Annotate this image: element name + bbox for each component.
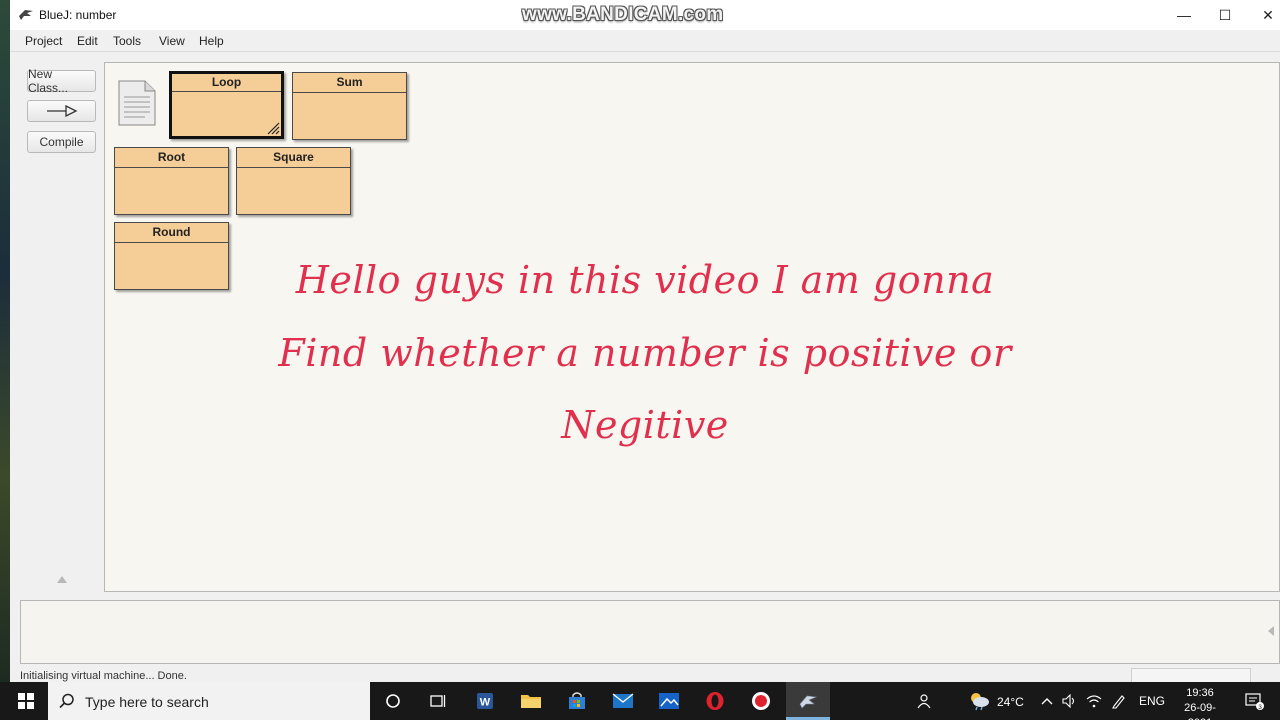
system-clock[interactable]: 19:36 26-09-2021 bbox=[1172, 686, 1228, 720]
opera-button[interactable] bbox=[698, 682, 732, 720]
class-loop[interactable]: Loop bbox=[169, 71, 284, 139]
tray-overflow-button[interactable] bbox=[1039, 682, 1055, 720]
cortana-button[interactable] bbox=[376, 682, 410, 720]
new-class-button[interactable]: New Class... bbox=[27, 67, 96, 95]
class-root[interactable]: Root bbox=[114, 147, 229, 215]
svg-text:W: W bbox=[480, 697, 491, 709]
video-caption-line-1: Hello guys in this video I am gonna bbox=[295, 258, 995, 302]
minimize-button[interactable]: — bbox=[1162, 0, 1206, 30]
title-bar: BlueJ: number www.BANDICAM.com — ☐ ✕ bbox=[10, 0, 1280, 30]
menu-edit[interactable]: Edit bbox=[77, 34, 98, 48]
menu-bar: Project Edit Tools View Help bbox=[10, 30, 1280, 52]
bluej-bird-icon bbox=[19, 10, 33, 20]
search-placeholder: Type here to search bbox=[85, 694, 209, 710]
class-diagram-canvas[interactable]: Loop Sum Root Square Round Hello guys in… bbox=[104, 62, 1280, 592]
windows-logo-icon bbox=[18, 693, 34, 709]
menu-view[interactable]: View bbox=[159, 34, 185, 48]
close-button[interactable]: ✕ bbox=[1246, 0, 1280, 30]
bandicam-button[interactable] bbox=[744, 682, 778, 720]
cortana-circle-icon bbox=[386, 694, 400, 708]
partly-sunny-rain-icon bbox=[971, 693, 989, 711]
volume-button[interactable] bbox=[1060, 682, 1080, 720]
weather-temperature: 24°C bbox=[997, 695, 1024, 709]
clock-date: 26-09-2021 bbox=[1184, 702, 1216, 720]
wifi-icon bbox=[1086, 695, 1102, 708]
class-name: Round bbox=[115, 223, 228, 243]
notifications-button[interactable]: 3 bbox=[1240, 682, 1268, 720]
opera-icon bbox=[706, 692, 724, 710]
panel-expand-left-icon[interactable] bbox=[1268, 626, 1274, 636]
photos-button[interactable] bbox=[652, 682, 686, 720]
clock-time: 19:36 bbox=[1186, 687, 1214, 699]
inheritance-arrow-icon bbox=[46, 105, 77, 117]
vm-status-indicator bbox=[1131, 668, 1251, 682]
people-button[interactable] bbox=[910, 682, 936, 720]
class-sum[interactable]: Sum bbox=[292, 72, 407, 140]
bandicam-watermark: www.BANDICAM.com bbox=[522, 4, 724, 25]
bluej-bird-icon bbox=[799, 695, 818, 709]
task-view-button[interactable] bbox=[421, 682, 455, 720]
start-button[interactable] bbox=[6, 682, 46, 720]
taskbar-search-box[interactable]: Type here to search bbox=[48, 682, 370, 720]
class-name: Root bbox=[115, 148, 228, 168]
input-language[interactable]: ENG bbox=[1139, 694, 1165, 708]
menu-project[interactable]: Project bbox=[25, 34, 62, 48]
maximize-button[interactable]: ☐ bbox=[1203, 0, 1247, 30]
store-button[interactable] bbox=[560, 682, 594, 720]
mail-button[interactable] bbox=[606, 682, 640, 720]
bluej-taskbar-button[interactable] bbox=[790, 682, 826, 720]
word-icon: W bbox=[477, 693, 493, 709]
new-inheritance-arrow-button[interactable] bbox=[27, 100, 96, 122]
menu-help[interactable]: Help bbox=[199, 34, 224, 48]
class-name: Loop bbox=[172, 74, 281, 92]
readme-document-icon[interactable] bbox=[117, 79, 157, 127]
status-message: Initialising virtual machine... Done. bbox=[20, 670, 187, 682]
record-icon bbox=[752, 692, 770, 710]
class-name: Square bbox=[237, 148, 350, 168]
class-square[interactable]: Square bbox=[236, 147, 351, 215]
desktop-background-strip bbox=[0, 0, 10, 682]
video-caption-line-2: Find whether a number is positive or bbox=[278, 331, 1012, 375]
task-view-icon bbox=[430, 695, 446, 707]
word-taskbar-button[interactable]: W bbox=[468, 682, 502, 720]
folder-icon bbox=[521, 695, 541, 708]
speaker-icon bbox=[1062, 694, 1075, 708]
people-icon bbox=[917, 694, 931, 709]
compile-button[interactable]: Compile bbox=[27, 131, 96, 153]
chevron-up-icon bbox=[1041, 698, 1053, 705]
search-icon bbox=[59, 693, 74, 709]
panel-collapse-up-icon[interactable] bbox=[57, 576, 67, 583]
video-caption-line-3: Negitive bbox=[561, 403, 729, 447]
mail-icon bbox=[612, 693, 634, 708]
pen-workspace-button[interactable] bbox=[1108, 682, 1130, 720]
bluej-window: BlueJ: number www.BANDICAM.com — ☐ ✕ Pro… bbox=[10, 0, 1280, 682]
notification-icon: 3 bbox=[1245, 693, 1264, 710]
window-title: BlueJ: number bbox=[39, 8, 117, 22]
menu-tools[interactable]: Tools bbox=[113, 34, 141, 48]
network-button[interactable] bbox=[1084, 682, 1104, 720]
photos-icon bbox=[659, 693, 679, 709]
file-explorer-button[interactable] bbox=[514, 682, 548, 720]
taskbar: Type here to search W 24°C ENG 19:36 26-… bbox=[0, 682, 1280, 720]
message-panel[interactable] bbox=[20, 600, 1280, 664]
class-name: Sum bbox=[293, 73, 406, 93]
notification-count: 3 bbox=[1258, 704, 1262, 710]
pen-icon bbox=[1112, 695, 1125, 709]
shopping-bag-icon bbox=[569, 692, 585, 709]
weather-widget[interactable] bbox=[965, 682, 993, 720]
resize-handle-icon[interactable] bbox=[266, 121, 280, 135]
